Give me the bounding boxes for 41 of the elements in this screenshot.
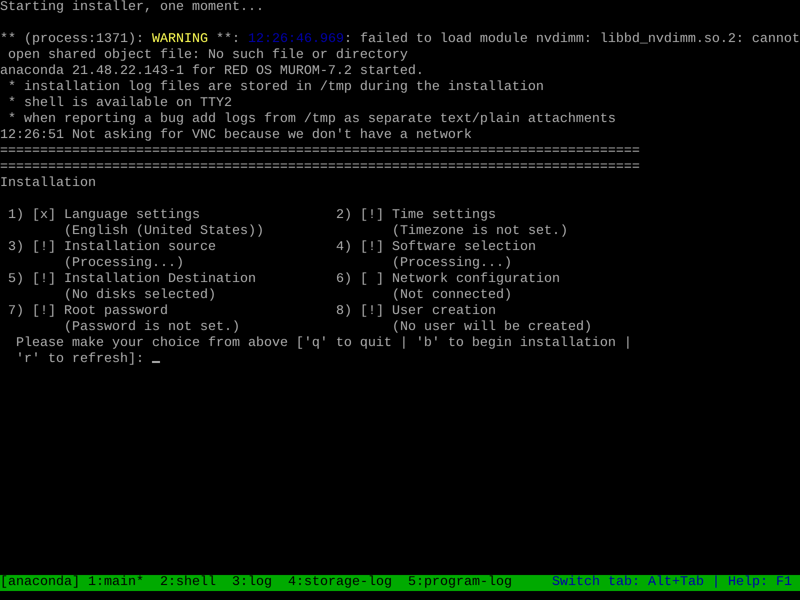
option-status-text: (Processing...) (392, 256, 512, 271)
log-text: ** (process:1371): (0, 32, 145, 48)
option-status-text: (No disks selected) (64, 288, 216, 303)
window-tab[interactable]: 2:shell (160, 575, 216, 591)
log-text: Starting installer, one moment... (0, 0, 264, 16)
log-text: anaconda 21.48.22.143-1 for RED OS MUROM-7.2 started. (0, 64, 424, 80)
cursor-icon (152, 361, 160, 363)
option-status-text: (Processing...) (64, 256, 184, 271)
option-status-text: (English (United States)) (64, 224, 264, 239)
option-status-text: (No user will be created) (392, 320, 592, 335)
warning-label: WARNING (152, 32, 208, 48)
prompt-text: 'r' to refresh]: (16, 352, 145, 367)
prompt-text: Please make your choice from above ['q' to quit | 'b' to begin installation | (16, 336, 632, 351)
log-text: ================================================================================ (0, 160, 640, 176)
menu-option: 1) [x] Language settings (8, 208, 200, 224)
window-tab[interactable]: 3:log (232, 575, 272, 591)
option-status-text: (Timezone is not set.) (392, 224, 568, 239)
log-text: * shell is available on TTY2 (6, 96, 232, 112)
menu-option: 4) [!] Software selection (336, 240, 536, 256)
menu-option: 7) [!] Root password (8, 304, 168, 320)
log-text: 12:26:51 Not asking for VNC because we don't have a network (0, 128, 472, 144)
log-text: open shared object file: No such file or directory (6, 48, 408, 64)
window-tab[interactable]: 4:storage-log (288, 575, 392, 591)
menu-option: 2) [!] Time settings (336, 208, 496, 224)
session-name: [anaconda] (0, 575, 80, 591)
shortcut-hint: Switch tab: Alt+Tab | Help: F1 (552, 575, 792, 591)
window-tab[interactable]: 5:program-log (408, 575, 512, 591)
log-text: Installation (0, 176, 96, 192)
log-text: * when reporting a bug add logs from /tmp as separate text/plain attachments (6, 112, 616, 128)
log-text: * installation log files are stored in /tmp during the installation (6, 80, 544, 96)
menu-option: 5) [!] Installation Destination (8, 272, 256, 288)
option-status-text: (Password is not set.) (64, 320, 240, 335)
log-text: ================================================================================ (0, 144, 640, 160)
menu-option: 3) [!] Installation source (8, 240, 216, 256)
timestamp-text: 12:26:46.969 (248, 32, 344, 48)
option-status-text: (Not connected) (392, 288, 512, 303)
window-tab[interactable]: 1:main* (88, 575, 144, 591)
menu-option: 6) [ ] Network configuration (336, 272, 560, 288)
log-text: : failed to load module nvdimm: libbd_nvdimm.so.2: cannot (344, 32, 800, 48)
menu-option: 8) [!] User creation (336, 304, 496, 320)
log-text: **: (214, 32, 241, 48)
